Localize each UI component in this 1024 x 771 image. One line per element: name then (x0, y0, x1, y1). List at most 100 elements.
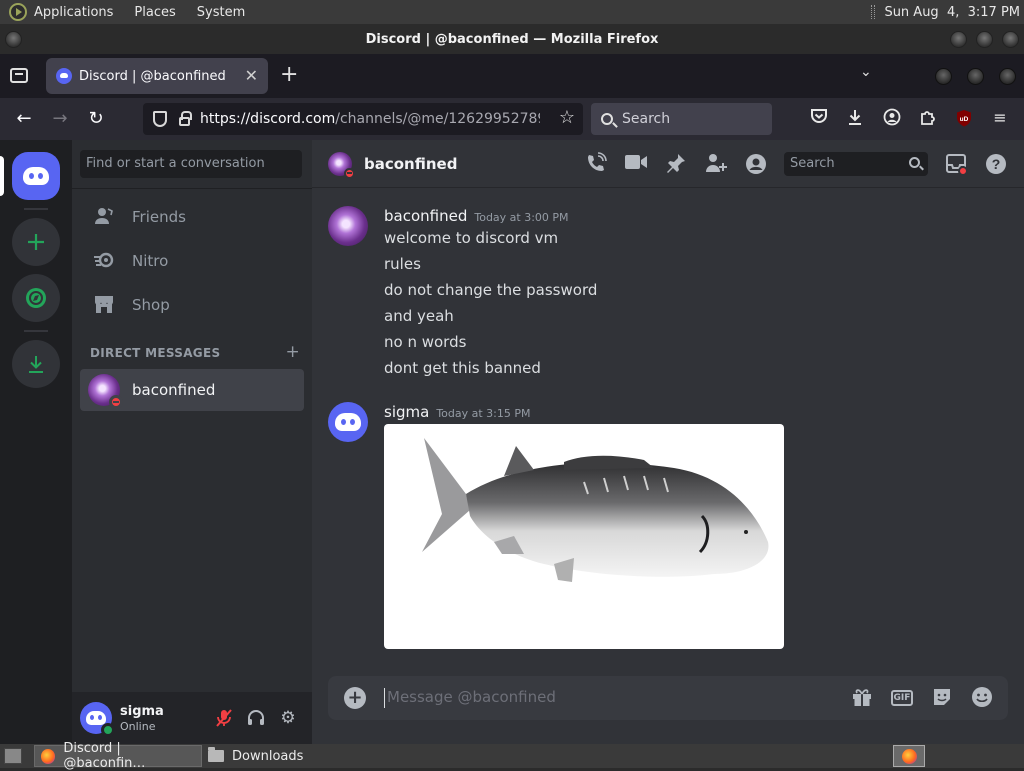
distro-logo-icon[interactable] (9, 3, 27, 21)
account-icon[interactable] (882, 108, 902, 128)
downloads-icon[interactable] (845, 108, 865, 128)
add-friends-to-dm-icon[interactable] (704, 152, 728, 176)
tab-minimize-button[interactable] (935, 68, 952, 85)
image-attachment[interactable] (384, 424, 784, 649)
search-icon (601, 113, 613, 125)
message-line: do not change the password (384, 281, 598, 299)
video-call-icon[interactable] (624, 152, 648, 176)
web-search-placeholder: Search (622, 111, 671, 127)
chat-search-input[interactable]: Search (784, 152, 928, 176)
discord-logo-icon (86, 711, 106, 725)
inbox-icon[interactable] (944, 152, 968, 176)
bottom-taskbar: Discord | @baconfin… Downloads (0, 741, 1024, 771)
taskbar-item-label: Downloads (232, 748, 304, 764)
emoji-icon[interactable] (970, 686, 994, 710)
back-button[interactable]: ← (11, 106, 37, 132)
dm-item-label: baconfined (132, 381, 216, 399)
clock-applet[interactable]: Sun Aug 4, 3:17 PM (871, 0, 1024, 24)
lock-icon[interactable] (179, 111, 192, 126)
user-settings-gear-icon[interactable]: ⚙ (278, 708, 298, 728)
fish-image (422, 438, 769, 582)
find-conversation-button[interactable]: Find or start a conversation (80, 150, 302, 178)
minimize-button[interactable] (950, 31, 967, 48)
download-apps-button[interactable] (12, 340, 60, 388)
user-panel: sigma Online ⚙ (72, 692, 312, 744)
nav-friends[interactable]: Friends (80, 196, 304, 238)
tracking-shield-icon[interactable] (153, 111, 167, 127)
dm-item-baconfined[interactable]: baconfined (80, 369, 304, 411)
message-avatar[interactable] (328, 402, 368, 442)
dm-sidebar: Find or start a conversation Friends Nit… (72, 140, 312, 744)
message-avatar[interactable] (328, 206, 368, 246)
bookmark-star-icon[interactable]: ☆ (559, 107, 575, 128)
menu-system[interactable]: System (197, 5, 245, 20)
create-dm-plus-icon[interactable]: + (285, 342, 300, 362)
menu-applications[interactable]: Applications (34, 5, 113, 20)
show-desktop-icon[interactable] (4, 748, 22, 764)
compass-icon (26, 288, 46, 308)
add-server-button[interactable] (12, 218, 60, 266)
server-separator (24, 208, 48, 210)
workspace-switcher[interactable] (893, 745, 925, 767)
header-avatar[interactable] (328, 151, 355, 179)
new-tab-button[interactable]: + (280, 62, 298, 87)
deafen-headphones-icon[interactable] (246, 708, 266, 728)
nav-friends-label: Friends (132, 208, 186, 226)
dnd-status-icon (109, 395, 123, 409)
ublock-origin-icon[interactable]: uD (954, 109, 974, 129)
discord-app: Find or start a conversation Friends Nit… (0, 140, 1024, 744)
url-text[interactable]: https://discord.com/channels/@me/1262995… (200, 111, 540, 127)
hamburger-menu-icon[interactable]: ≡ (990, 108, 1010, 128)
discord-favicon-icon (56, 68, 72, 84)
reload-button[interactable]: ↻ (83, 106, 109, 132)
gif-picker-button[interactable]: GIF (891, 690, 913, 706)
pinned-messages-icon[interactable] (664, 152, 688, 176)
tab-close-icon[interactable]: ✕ (245, 66, 258, 85)
url-host: https://discord.com (200, 111, 336, 127)
nav-nitro-label: Nitro (132, 252, 169, 270)
menu-places[interactable]: Places (134, 5, 175, 20)
taskbar-item-downloads[interactable]: Downloads (202, 745, 332, 767)
user-avatar[interactable] (80, 702, 115, 737)
web-search-box[interactable]: Search (591, 103, 772, 135)
taskbar-item-firefox[interactable]: Discord | @baconfin… (34, 741, 202, 771)
tab-maximize-button[interactable] (967, 68, 984, 85)
window-menu-button[interactable] (5, 31, 22, 48)
discord-logo-icon (23, 167, 49, 185)
list-all-tabs-button[interactable]: ⌄ (860, 64, 872, 80)
nav-shop[interactable]: Shop (80, 284, 304, 326)
voice-call-icon[interactable] (584, 152, 608, 176)
maximize-button[interactable] (976, 31, 993, 48)
message-input[interactable]: Message @baconfined (384, 688, 804, 708)
extensions-icon[interactable] (918, 108, 938, 128)
help-icon[interactable]: ? (984, 152, 1008, 176)
window-titlebar[interactable]: Discord | @baconfined — Mozilla Firefox (0, 24, 1024, 54)
avatar (88, 374, 123, 409)
chat-search-placeholder: Search (790, 156, 835, 171)
user-name-block[interactable]: sigma Online (120, 704, 164, 733)
forward-button[interactable]: → (47, 106, 73, 132)
url-bar[interactable]: https://discord.com/channels/@me/1262995… (143, 103, 583, 135)
message-header: baconfined Today at 3:00 PM (384, 207, 569, 225)
mute-microphone-icon[interactable] (214, 708, 234, 728)
message-author[interactable]: baconfined (384, 207, 467, 225)
channel-name[interactable]: baconfined (364, 155, 457, 173)
upload-plus-icon[interactable]: + (344, 687, 366, 709)
close-window-button[interactable] (1002, 31, 1019, 48)
direct-messages-home-button[interactable] (12, 152, 60, 200)
sidebar-divider (72, 188, 312, 189)
message-header: sigma Today at 3:15 PM (384, 403, 531, 421)
tab-close-window-button[interactable] (999, 68, 1016, 85)
sticker-icon[interactable] (930, 686, 954, 710)
nav-nitro[interactable]: Nitro (80, 240, 304, 282)
chat-header: baconfined Search ? (312, 140, 1024, 188)
message-author[interactable]: sigma (384, 403, 429, 421)
firefox-view-button[interactable] (10, 68, 28, 83)
user-profile-icon[interactable] (744, 152, 768, 176)
gift-icon[interactable] (850, 686, 874, 710)
explore-servers-button[interactable] (12, 274, 60, 322)
message-line: welcome to discord vm (384, 229, 559, 247)
pocket-icon[interactable] (809, 108, 829, 128)
tab-discord[interactable]: Discord | @baconfined ✕ (46, 58, 268, 94)
clock-text: Sun Aug 4, 3:17 PM (884, 4, 1020, 20)
